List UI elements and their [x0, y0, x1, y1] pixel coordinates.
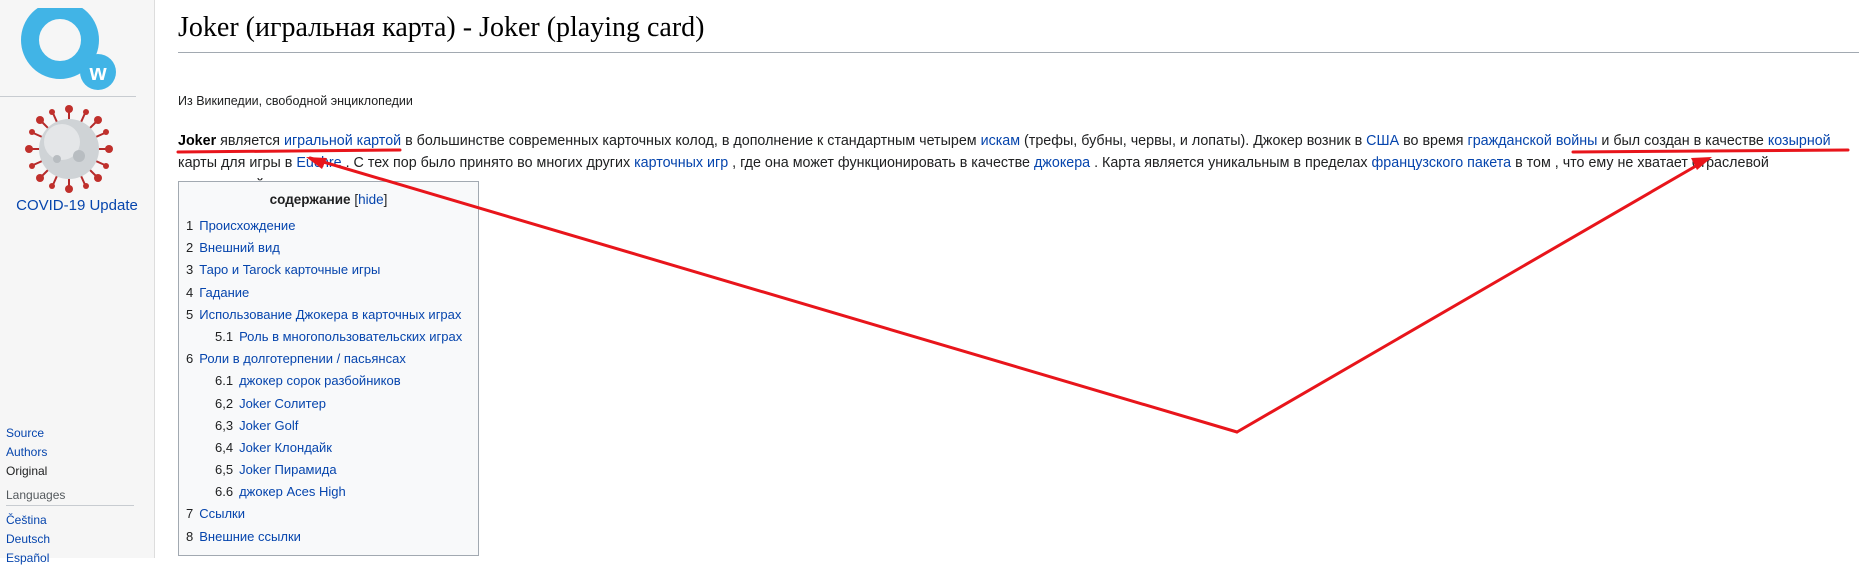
toc-link[interactable]: Таро и Tarock карточные игры: [199, 262, 380, 277]
toc-number: 3: [186, 262, 194, 278]
lead-text: во время: [1399, 133, 1468, 149]
toc-subitem[interactable]: 6,4 Joker Клондайк: [186, 437, 462, 459]
toc-number: 2: [186, 240, 194, 256]
toc-number: 8: [186, 528, 194, 544]
original-link[interactable]: Original: [6, 462, 47, 481]
toc-subitem[interactable]: 6.1 джокер сорок разбойников: [186, 370, 462, 392]
toc-item[interactable]: 2 Внешний вид: [186, 237, 462, 259]
toc-hide-link[interactable]: hide: [358, 192, 384, 207]
toc-heading: содержание: [269, 192, 351, 207]
toc-item[interactable]: 7 Ссылки: [186, 503, 462, 525]
toc-link[interactable]: Joker Golf: [239, 418, 298, 433]
svg-text:w: w: [88, 60, 107, 85]
sidebar-divider: [0, 96, 136, 97]
toc-number: 6.1: [215, 373, 234, 389]
toc-link[interactable]: Внешние ссылки: [199, 529, 301, 544]
toc-number: 6,2: [215, 395, 234, 411]
toc-number: 6,4: [215, 439, 234, 455]
lead-text: в большинстве современных карточных коло…: [401, 133, 981, 149]
toc-item[interactable]: 6 Роли в долготерпении / пасьянсах: [186, 348, 462, 370]
toc-title: содержание [hide]: [179, 192, 478, 207]
toc-link[interactable]: Ссылки: [199, 506, 245, 521]
source-link[interactable]: Source: [6, 424, 47, 443]
language-link-es[interactable]: Español: [6, 549, 50, 568]
toc-number: 5: [186, 306, 194, 322]
table-of-contents: содержание [hide] 1 Происхождение 2 Внешни…: [178, 181, 479, 556]
toc-link[interactable]: Роль в многопользовательских играх: [239, 329, 462, 344]
toc-subitem[interactable]: 6,2 Joker Солитер: [186, 393, 462, 415]
link-french-deck[interactable]: французского пакета: [1372, 155, 1512, 171]
toc-link[interactable]: Внешний вид: [199, 240, 280, 255]
link-euchre[interactable]: Euchre: [296, 155, 341, 171]
toc-number: 1: [186, 218, 194, 233]
toc-number: 4: [186, 284, 194, 300]
toc-bracket: [: [350, 192, 359, 207]
link-wild-card[interactable]: джокера: [1034, 155, 1090, 171]
toc-item[interactable]: 1 Происхождение: [186, 215, 462, 237]
toc-link[interactable]: Гадание: [199, 285, 249, 300]
toc-link[interactable]: Joker Клондайк: [239, 440, 332, 455]
languages-heading: Languages: [6, 488, 134, 506]
toc-link[interactable]: Joker Пирамида: [239, 462, 336, 477]
authors-link[interactable]: Authors: [6, 443, 47, 462]
toc-number: 6,5: [215, 462, 234, 478]
toc-number: 7: [186, 506, 194, 522]
toc-item[interactable]: 3 Таро и Tarock карточные игры: [186, 259, 462, 281]
toc-link[interactable]: Роли в долготерпении / пасьянсах: [199, 351, 406, 366]
toc-item[interactable]: 5 Использование Джокера в карточных играх: [186, 304, 462, 326]
toc-link[interactable]: джокер сорок разбойников: [239, 373, 401, 388]
sidebar-links: Source Authors Original: [6, 424, 47, 481]
link-civil-war[interactable]: гражданской войны: [1468, 133, 1598, 149]
toc-link[interactable]: Joker Солитер: [239, 396, 326, 411]
link-suits[interactable]: искам: [981, 133, 1020, 149]
arrow-annotation: [1235, 157, 1710, 434]
toc-link[interactable]: Происхождение: [199, 218, 295, 233]
toc-subitem[interactable]: 6,3 Joker Golf: [186, 415, 462, 437]
toc-link[interactable]: Использование Джокера в карточных играх: [199, 307, 461, 322]
page-title: Joker (игральная карта) - Joker (playing…: [178, 12, 1859, 53]
lead-text: является: [216, 133, 284, 149]
language-link-de[interactable]: Deutsch: [6, 530, 50, 549]
toc-hide-wrapper: [hide]: [350, 192, 388, 207]
sidebar: w COVID-19 Update Source Authors Origina…: [0, 0, 155, 565]
lead-text: . С тех пор было принято во многих други…: [341, 155, 635, 171]
toc-number: 5.1: [215, 328, 234, 344]
lead-subject: Joker: [178, 133, 217, 149]
toc-item[interactable]: 8 Внешние ссылки: [186, 526, 462, 548]
lead-text: (трефы, бубны, червы, и лопаты). Джокер …: [1020, 133, 1367, 149]
link-playing-card[interactable]: игральной картой: [284, 133, 401, 149]
languages-list: Čeština Deutsch Español: [6, 511, 50, 568]
tagline: Из Википедии, свободной энциклопедии: [178, 94, 413, 108]
toc-item[interactable]: 4 Гадание: [186, 282, 462, 304]
toc-number: 6,3: [215, 417, 234, 433]
toc-subitem[interactable]: 6.6 джокер Aces High: [186, 481, 462, 503]
toc-list: 1 Происхождение 2 Внешний вид 3 Таро и Taro…: [186, 215, 462, 548]
language-link-cs[interactable]: Čeština: [6, 511, 50, 530]
toc-subitem[interactable]: 6,5 Joker Пирамида: [186, 459, 462, 481]
link-trump[interactable]: козырной: [1768, 133, 1831, 149]
toc-bracket: ]: [383, 192, 388, 207]
site-logo[interactable]: w: [16, 0, 116, 90]
toc-subitem[interactable]: 5.1 Роль в многопользовательских играх: [186, 326, 462, 348]
toc-number: 6: [186, 351, 194, 367]
lead-text: карты для игры в: [178, 155, 297, 171]
toc-number: 6.6: [215, 484, 234, 500]
toc-link[interactable]: джокер Aces High: [239, 484, 346, 499]
lead-text: , где она может функционировать в качест…: [728, 155, 1034, 171]
covid-virus-image[interactable]: [24, 104, 114, 194]
link-usa[interactable]: США: [1366, 133, 1399, 149]
lead-text: и был создан в качестве: [1597, 133, 1768, 149]
link-card-games[interactable]: карточных игр: [634, 155, 728, 171]
lead-text: . Карта является уникальным в пределах: [1090, 155, 1372, 171]
covid-update-link[interactable]: COVID-19 Update: [0, 197, 154, 214]
